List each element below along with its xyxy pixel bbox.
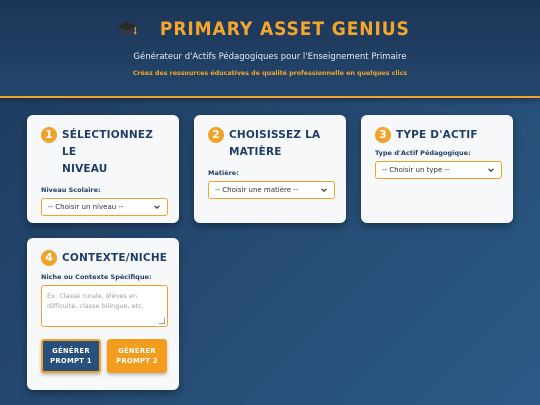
generate-prompt-1-button[interactable]: GÉNÉRER PROMPT 1 bbox=[41, 339, 101, 373]
generate-prompt-2-button[interactable]: GÉNÉRER PROMPT 2 bbox=[107, 339, 167, 373]
button-label-line: GÉNÉRER bbox=[118, 347, 156, 355]
card-niveau: 1 SÉLECTIONNEZ LE NIVEAU Niveau Scolaire… bbox=[27, 115, 179, 223]
chevron-down-icon bbox=[488, 168, 494, 172]
card-title-line: CHOISISSEZ LA bbox=[229, 129, 321, 141]
step-number-badge: 4 bbox=[41, 250, 57, 266]
button-label-line: GÉNÉRER bbox=[52, 347, 90, 355]
card-header: 4 CONTEXTE/NICHE bbox=[41, 250, 167, 267]
matiere-select[interactable]: -- Choisir une matière -- bbox=[208, 181, 335, 199]
card-title: CHOISISSEZ LA MATIÈRE bbox=[229, 127, 320, 161]
graduation-cap-icon bbox=[117, 21, 138, 35]
contexte-label: Niche ou Contexte Spécifique: bbox=[41, 273, 152, 281]
card-title: SÉLECTIONNEZ LE NIVEAU bbox=[62, 127, 167, 178]
button-label-line: PROMPT 1 bbox=[50, 357, 92, 365]
card-title-line: MATIÈRE bbox=[229, 146, 282, 158]
matiere-select-value: -- Choisir une matière -- bbox=[215, 186, 299, 194]
type-actif-label: Type d'Actif Pédagogique: bbox=[375, 149, 471, 157]
card-header: 3 TYPE D'ACTIF bbox=[375, 127, 501, 144]
card-header: 1 SÉLECTIONNEZ LE NIVEAU bbox=[41, 127, 167, 178]
title-row: PRIMARY ASSET GENIUS bbox=[0, 18, 540, 40]
card-title: CONTEXTE/NICHE bbox=[62, 250, 167, 267]
card-title-line: TYPE D'ACTIF bbox=[396, 129, 478, 141]
app-tagline: Créez des ressources éducatives de quali… bbox=[132, 70, 408, 77]
card-title: TYPE D'ACTIF bbox=[396, 127, 478, 144]
chevron-down-icon bbox=[154, 205, 160, 209]
app-header: PRIMARY ASSET GENIUS Générateur d'Actifs… bbox=[0, 0, 540, 98]
card-title-line: CONTEXTE/NICHE bbox=[62, 252, 168, 264]
step-number-badge: 3 bbox=[375, 127, 391, 143]
type-actif-select-value: -- Choisir un type -- bbox=[382, 166, 450, 174]
button-label-line: PROMPT 2 bbox=[116, 357, 158, 365]
niveau-label: Niveau Scolaire: bbox=[41, 186, 101, 194]
step-number-badge: 2 bbox=[208, 127, 224, 143]
button-row: GÉNÉRER PROMPT 1 GÉNÉRER PROMPT 2 bbox=[41, 339, 167, 373]
contexte-placeholder: Ex: Classe rurale, élèves en difficulté,… bbox=[47, 292, 144, 310]
card-type-actif: 3 TYPE D'ACTIF Type d'Actif Pédagogique:… bbox=[361, 115, 513, 223]
contexte-textarea[interactable]: Ex: Classe rurale, élèves en difficulté,… bbox=[41, 285, 168, 327]
niveau-select-value: -- Choisir un niveau -- bbox=[48, 203, 124, 211]
matiere-label: Matière: bbox=[208, 169, 239, 177]
card-matiere: 2 CHOISISSEZ LA MATIÈRE Matière: -- Choi… bbox=[194, 115, 346, 223]
step-number-badge: 1 bbox=[41, 127, 57, 143]
chevron-down-icon bbox=[321, 188, 327, 192]
card-title-line: SÉLECTIONNEZ LE bbox=[62, 129, 154, 158]
resize-handle-icon[interactable] bbox=[159, 318, 165, 324]
niveau-select[interactable]: -- Choisir un niveau -- bbox=[41, 198, 168, 216]
type-actif-select[interactable]: -- Choisir un type -- bbox=[375, 161, 502, 179]
card-header: 2 CHOISISSEZ LA MATIÈRE bbox=[208, 127, 334, 161]
card-contexte: 4 CONTEXTE/NICHE Niche ou Contexte Spéci… bbox=[27, 238, 179, 390]
app-title: PRIMARY ASSET GENIUS bbox=[160, 18, 410, 40]
app-subtitle: Générateur d'Actifs Pédagogiques pour l'… bbox=[133, 52, 407, 62]
card-title-line: NIVEAU bbox=[62, 163, 108, 175]
